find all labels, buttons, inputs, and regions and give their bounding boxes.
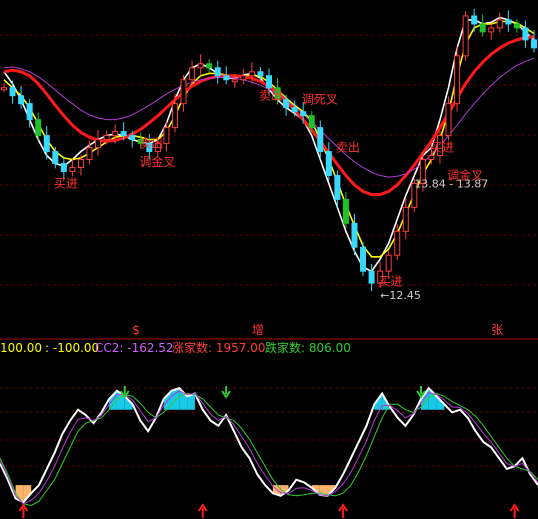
candle-body-19	[163, 127, 170, 145]
bottom-mark-1: 增	[252, 323, 264, 337]
candle-body-2	[18, 95, 25, 105]
candle-body-23	[197, 63, 204, 69]
buy-arrow-3	[18, 503, 29, 518]
candle-body-52	[445, 103, 452, 137]
candle-body-28	[240, 75, 247, 81]
candle-body-15	[129, 135, 136, 141]
candle-body-59	[505, 19, 512, 25]
stock-chart: 买进卖出调金叉卖出 调死叉卖出买进买进调金叉13.84 - 13.87←12.45…	[0, 8, 538, 518]
candle-body-27	[231, 79, 238, 83]
buy-arrow-5	[338, 503, 348, 518]
candle-body-21	[180, 79, 187, 105]
candle-body-31	[266, 75, 272, 89]
candle-body-40	[342, 198, 349, 224]
indicator-cc2: CC2: -162.52	[95, 341, 174, 355]
bottom-marks: $ 增 张	[132, 323, 503, 337]
candle-body-36	[308, 115, 315, 129]
buy-arrow-6	[509, 503, 520, 518]
price-label-0: 13.84 - 13.87	[414, 177, 488, 190]
candle-body-4	[35, 119, 42, 137]
annotation-label-4: 调死叉	[302, 93, 338, 107]
candle-body-54	[462, 15, 469, 57]
annotation-label-2: 调金叉	[139, 154, 175, 169]
bottom-mark-2: 张	[491, 323, 503, 337]
candle-body-61	[522, 27, 529, 41]
candle-body-56	[479, 23, 486, 33]
indicator-header: 100.00 : -100.00 CC2: -162.52 涨家数: 1957.…	[0, 340, 351, 355]
candle-body-5	[43, 135, 50, 153]
candle-body-3	[26, 103, 33, 121]
candle-body-38	[325, 151, 332, 176]
buy-arrow-4	[197, 503, 208, 518]
indicator-rising-count: 涨家数: 1957.00	[172, 340, 265, 355]
candle-body-22	[189, 67, 196, 81]
candle-body-24	[206, 63, 213, 69]
indicator-lines	[0, 386, 538, 507]
candle-body-39	[334, 174, 341, 200]
candle-body-30	[257, 71, 264, 77]
candle-body-43	[368, 270, 375, 284]
candle-body-6	[52, 151, 59, 165]
candle-body-26	[223, 75, 230, 81]
candle-body-41	[351, 222, 358, 248]
candle-body-14	[120, 131, 127, 137]
candle-body-7	[60, 163, 67, 172]
candle-body-37	[317, 127, 324, 153]
candle-body-33	[283, 99, 290, 109]
candle-body-11	[95, 139, 102, 149]
candle-body-60	[513, 23, 520, 29]
candle-body-47	[402, 206, 409, 232]
bottom-mark-0: $	[132, 323, 140, 337]
candle-body-29	[248, 71, 255, 77]
osc-line-white	[0, 386, 538, 504]
annotation-label-7: 买进	[430, 141, 454, 155]
annotation-label-3: 卖出	[259, 89, 283, 103]
candle-body-42	[360, 246, 367, 272]
candle-body-57	[488, 27, 495, 33]
candle-body-45	[385, 254, 392, 272]
candle-body-20	[171, 103, 178, 129]
candle-body-55	[471, 15, 478, 25]
candle-body-50	[428, 155, 435, 161]
candle-body-46	[394, 230, 401, 256]
candle-body-10	[86, 147, 93, 161]
candle-body-12	[103, 135, 110, 141]
candle-body-25	[214, 67, 221, 77]
signal-annotations: 买进卖出调金叉卖出 调死叉卖出买进买进调金叉13.84 - 13.87←12.45	[54, 89, 488, 302]
candle-body-35	[300, 111, 307, 117]
candle-body-62	[531, 39, 537, 49]
candle-body-53	[454, 55, 461, 105]
annotation-label-1: 卖出	[139, 137, 163, 151]
annotation-label-0: 买进	[54, 176, 78, 190]
annotation-label-6: 买进	[379, 275, 403, 289]
candle-body-9	[77, 159, 84, 168]
candle-body-8	[69, 167, 76, 172]
osc-line-purple	[0, 390, 538, 505]
candle-body-1	[9, 87, 16, 97]
candle-body-34	[291, 107, 298, 113]
indicator-lower-value: : -100.00	[45, 341, 99, 355]
annotation-label-5: 卖出	[336, 141, 360, 155]
indicator-upper-value: 100.00	[0, 341, 42, 355]
candle-body-58	[496, 19, 503, 29]
indicator-falling-count: 跌家数: 806.00	[265, 340, 351, 355]
indicator-fills	[15, 388, 445, 503]
price-label-1: ←12.45	[380, 289, 421, 302]
candle-body-0	[1, 87, 7, 91]
candle-body-13	[112, 131, 119, 137]
